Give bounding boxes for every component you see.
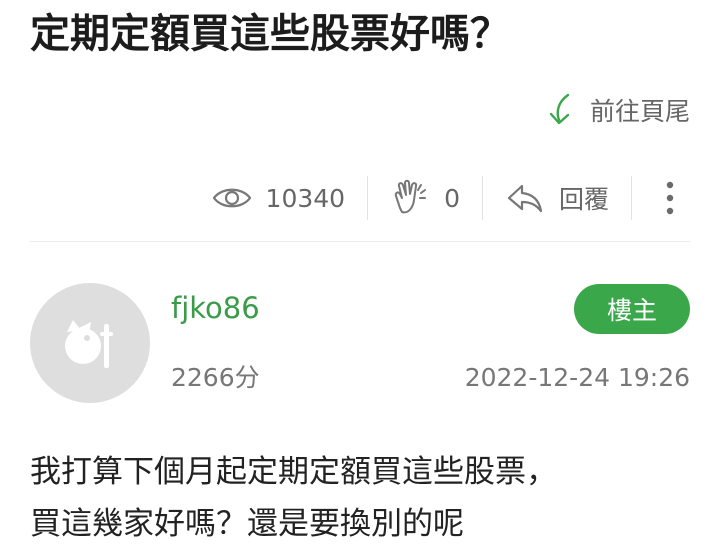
more-options-button[interactable]	[650, 170, 690, 226]
stats-separator	[631, 176, 632, 220]
post-stats-bar: 10340 0 回覆	[30, 170, 690, 226]
goto-bottom-link[interactable]: 前往頁尾	[546, 90, 690, 130]
default-avatar-icon	[65, 320, 113, 368]
clap-button[interactable]: 0	[368, 170, 482, 226]
clap-count: 0	[444, 183, 460, 213]
goto-bottom-label: 前往頁尾	[589, 97, 690, 126]
arrow-down-curve-icon	[549, 93, 570, 125]
reply-button[interactable]: 回覆	[483, 170, 631, 226]
more-vertical-icon	[666, 181, 674, 215]
post-body-line: 買這幾家好嗎？還是要換別的呢	[30, 506, 464, 542]
avatar[interactable]	[30, 283, 150, 403]
views-count: 10340	[265, 183, 346, 213]
author-score: 2266分	[171, 363, 260, 392]
clap-hands-icon	[394, 179, 427, 214]
post-timestamp: 2022-12-24 19:26	[464, 363, 690, 392]
reply-label: 回覆	[558, 185, 609, 214]
author-username[interactable]: fjko86	[171, 288, 260, 328]
section-divider	[30, 241, 690, 242]
eye-icon	[212, 188, 251, 208]
post-body-line: 我打算下個月起定期定額買這些股票，	[30, 454, 557, 490]
original-poster-badge: 樓主	[574, 284, 690, 334]
reply-arrow-icon	[507, 184, 543, 213]
views-stat: 10340	[190, 170, 368, 226]
post-title: 定期定額買這些股票好嗎？	[30, 11, 510, 57]
post-body: 我打算下個月起定期定額買這些股票， 買這幾家好嗎？還是要換別的呢	[30, 446, 710, 550]
